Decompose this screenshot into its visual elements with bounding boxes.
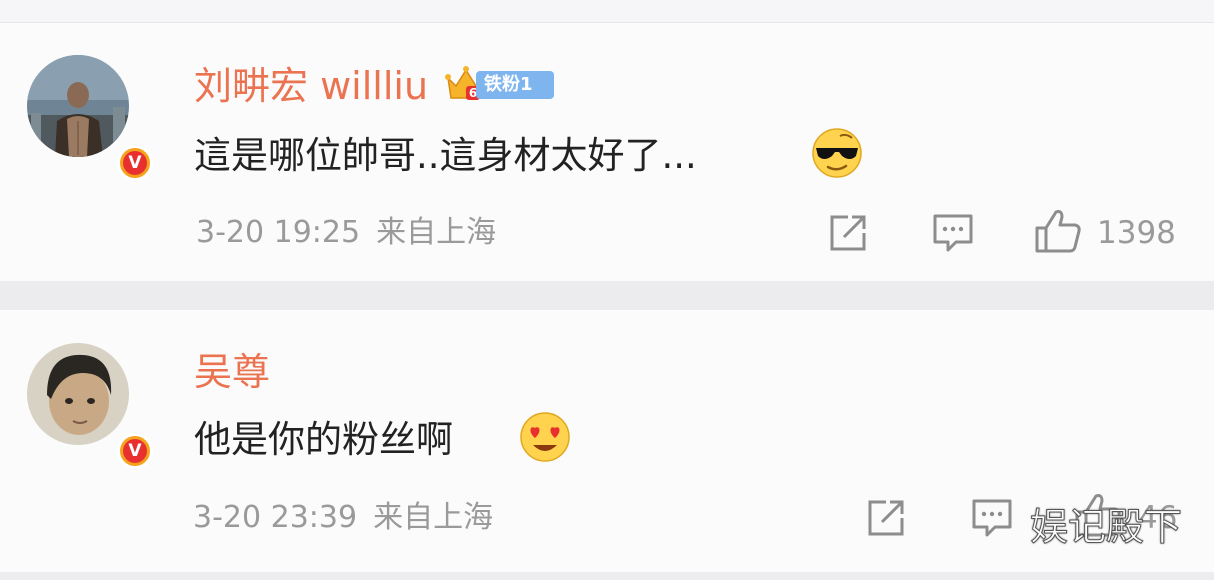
verified-badge: V xyxy=(117,145,153,181)
verified-badge: V xyxy=(117,433,153,469)
watermark: 娱记殿下 xyxy=(1029,505,1183,550)
share-icon[interactable] xyxy=(866,498,906,538)
avatar[interactable] xyxy=(27,55,129,157)
share-icon[interactable] xyxy=(828,213,868,253)
heart-eyes-emoji xyxy=(520,412,570,462)
top-divider xyxy=(0,0,1214,23)
like-icon[interactable] xyxy=(1034,208,1082,254)
comment-text: 這是哪位帥哥..這身材太好了... xyxy=(194,134,697,177)
bottom-divider xyxy=(0,572,1214,580)
cool-sunglasses-emoji xyxy=(812,128,862,178)
comment-icon[interactable] xyxy=(971,498,1013,538)
like-count: 1398 xyxy=(1097,215,1176,251)
avatar[interactable] xyxy=(27,343,129,445)
separator xyxy=(0,281,1214,310)
username[interactable]: 吴尊 xyxy=(194,350,270,394)
fan-badge[interactable]: 6 铁粉1 xyxy=(444,64,556,104)
timestamp: 3-20 19:25 xyxy=(196,215,361,250)
comment-text: 他是你的粉丝啊 xyxy=(194,418,453,461)
comment-meta: 3-20 19:25 来自上海 xyxy=(196,215,512,251)
location: 来自上海 xyxy=(376,215,497,250)
timestamp: 3-20 23:39 xyxy=(193,500,358,535)
username[interactable]: 刘畊宏 willliu xyxy=(194,64,428,108)
comment-icon[interactable] xyxy=(932,213,974,253)
fan-badge-label: 铁粉1 xyxy=(476,71,554,99)
location: 来自上海 xyxy=(373,500,494,535)
comment-meta: 3-20 23:39 来自上海 xyxy=(193,500,509,536)
